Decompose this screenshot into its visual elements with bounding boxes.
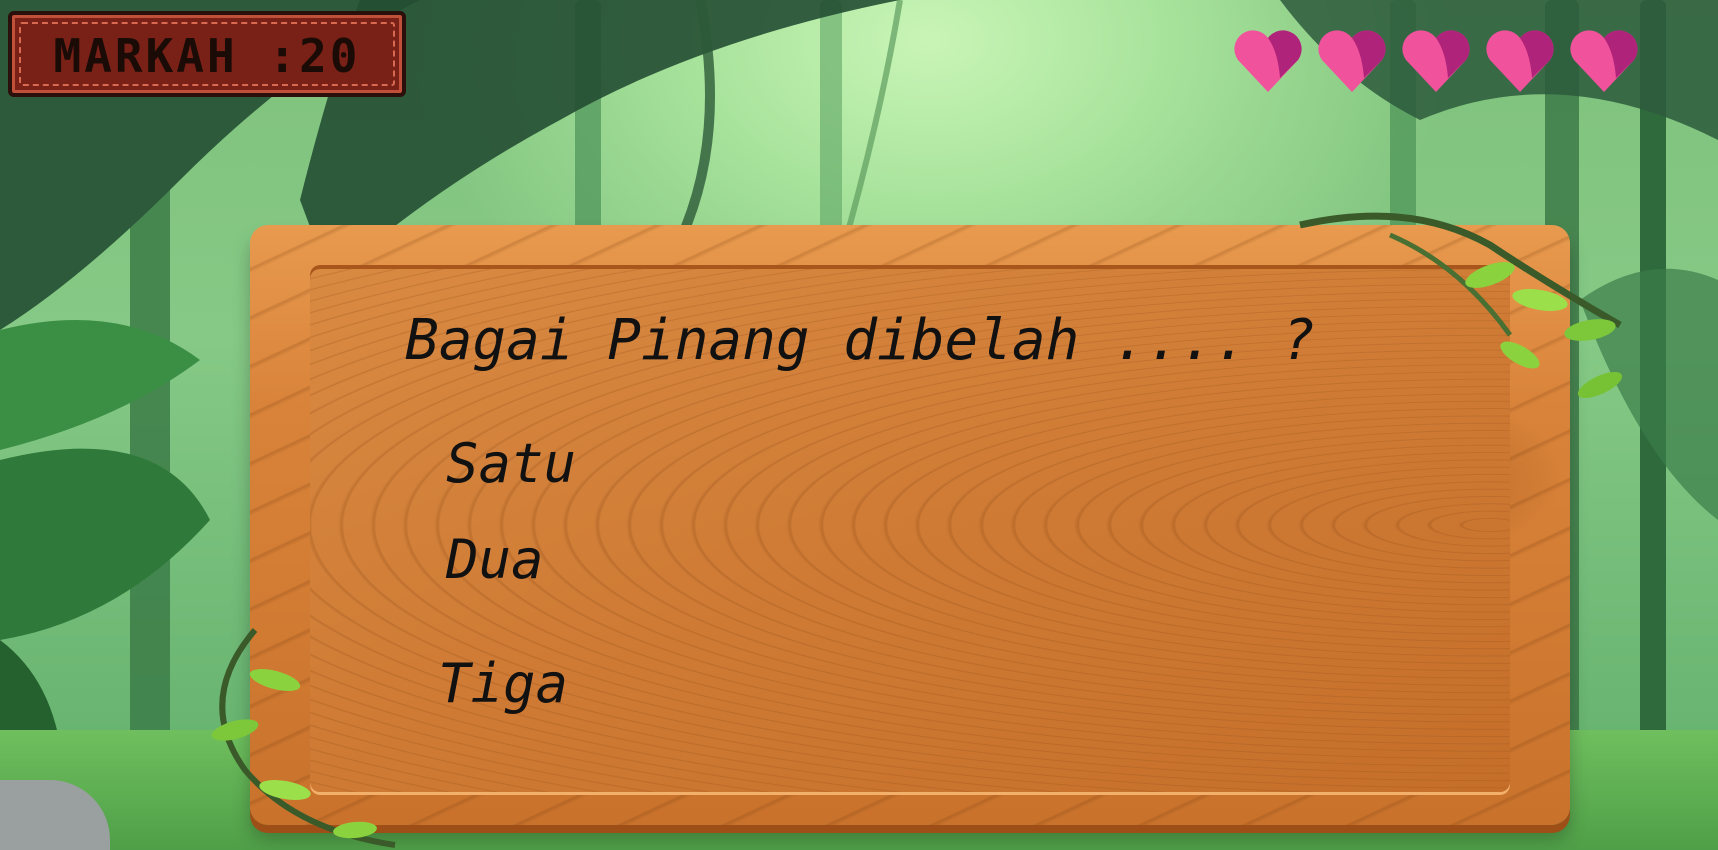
heart-icon xyxy=(1402,30,1470,92)
answer-option-3[interactable]: Tiga xyxy=(438,652,568,715)
vine-decoration xyxy=(1299,212,1623,399)
heart-icon xyxy=(1486,30,1554,92)
heart-icon xyxy=(1570,30,1638,92)
question-text: Bagai Pinang dibelah .... ? xyxy=(405,308,1316,373)
lives-hearts xyxy=(1232,28,1640,94)
heart-icon xyxy=(1234,30,1302,92)
heart-icon xyxy=(1318,30,1386,92)
answer-option-2[interactable]: Dua xyxy=(446,528,544,591)
answer-option-1[interactable]: Satu xyxy=(446,432,576,495)
score-panel: MARKAH :20 xyxy=(8,11,406,97)
vine-decoration xyxy=(211,628,396,848)
score-label: MARKAH :20 xyxy=(53,29,361,83)
